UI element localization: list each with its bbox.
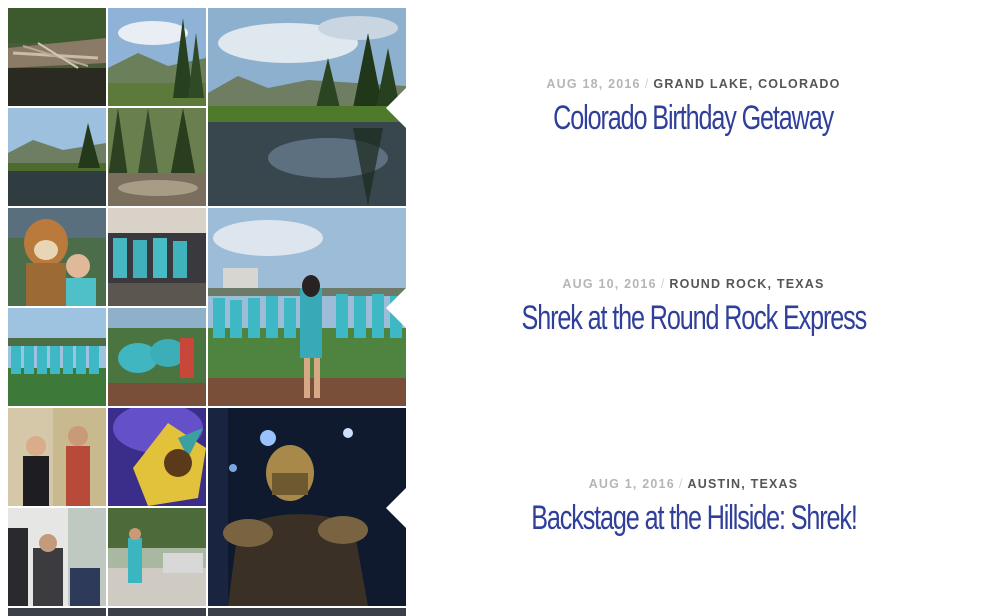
- photo-thumbnail-stream-logs[interactable]: [8, 8, 106, 106]
- post-colorado-birthday-getaway: AUG 18, 2016/GRAND LAKE, COLORADO Colora…: [0, 8, 981, 208]
- photo-thumbnail-partial[interactable]: [8, 608, 106, 616]
- photo-thumbnail-group-concourse[interactable]: [108, 208, 206, 306]
- post-location[interactable]: ROUND ROCK, TEXAS: [669, 277, 824, 291]
- photo-thumbnail-backstage-crew[interactable]: [8, 508, 106, 606]
- meta-separator: /: [678, 477, 684, 491]
- selection-notch: [386, 88, 406, 128]
- post-backstage-hillside-shrek: AUG 1, 2016/ AUSTIN, TEXAS Backstage at t…: [0, 408, 981, 608]
- selection-notch: [386, 288, 406, 328]
- selection-notch: [386, 488, 406, 528]
- meta-separator: /: [644, 77, 650, 91]
- post-date: AUG 18, 2016: [546, 77, 641, 91]
- post-title[interactable]: Colorado Birthday Getaway: [554, 98, 835, 138]
- post-date: AUG 1, 2016: [588, 477, 675, 491]
- photo-thumbnail-mountain-lake[interactable]: [8, 108, 106, 206]
- photo-thumbnail-partial[interactable]: [108, 608, 206, 616]
- photo-thumbnail-partial[interactable]: [208, 608, 406, 616]
- post-title-link[interactable]: Shrek at the Round Rock Express: [406, 298, 981, 338]
- post-title-link[interactable]: Backstage at the Hillside: Shrek!: [406, 498, 981, 538]
- photo-featured-knight-backstage[interactable]: [208, 408, 406, 606]
- post-title[interactable]: Shrek at the Round Rock Express: [521, 298, 867, 338]
- photo-thumbnail-backstage-couple[interactable]: [8, 408, 106, 506]
- post-title-link[interactable]: Colorado Birthday Getaway: [406, 98, 981, 138]
- post-meta: AUG 10, 2016/ROUND ROCK, TEXAS: [406, 277, 981, 291]
- photo-thumbnail-group-huddle[interactable]: [108, 308, 206, 406]
- photo-thumbnail-mountain-meadow[interactable]: [108, 8, 206, 106]
- post-title[interactable]: Backstage at the Hillside: Shrek!: [531, 498, 858, 538]
- post-location[interactable]: AUSTIN, TEXAS: [688, 477, 799, 491]
- photo-featured-mountain-lake-reflection[interactable]: [208, 8, 406, 206]
- post-meta: AUG 1, 2016/ AUSTIN, TEXAS: [406, 477, 981, 491]
- meta-separator: /: [660, 277, 666, 291]
- photo-thumbnail-forest-creek[interactable]: [108, 108, 206, 206]
- photo-thumbnail-stage-rehearsal[interactable]: [108, 508, 206, 606]
- photo-featured-choir-on-field[interactable]: [208, 208, 406, 406]
- next-post-photo-strip: [0, 608, 981, 616]
- post-date: AUG 10, 2016: [562, 277, 657, 291]
- photo-thumbnail-mascot-selfie[interactable]: [8, 208, 106, 306]
- post-meta: AUG 18, 2016/GRAND LAKE, COLORADO: [406, 77, 981, 91]
- post-location[interactable]: GRAND LAKE, COLORADO: [653, 77, 840, 91]
- photo-thumbnail-group-line[interactable]: [8, 308, 106, 406]
- photo-thumbnail-sunflower-costume[interactable]: [108, 408, 206, 506]
- post-shrek-round-rock-express: AUG 10, 2016/ROUND ROCK, TEXAS Shrek at …: [0, 208, 981, 408]
